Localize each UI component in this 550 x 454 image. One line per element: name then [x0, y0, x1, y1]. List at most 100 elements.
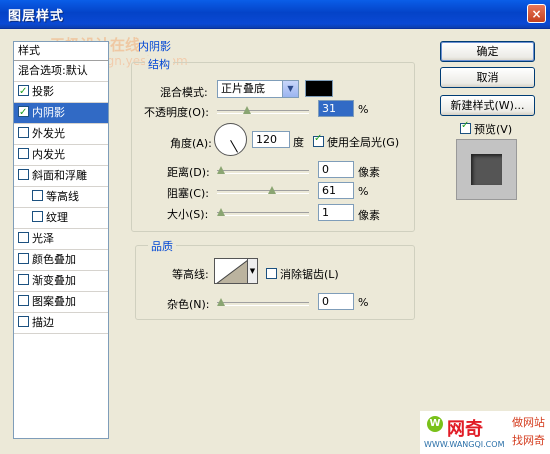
- sidebar-item-checkbox[interactable]: [18, 316, 29, 327]
- noise-slider-thumb[interactable]: [217, 298, 225, 307]
- sidebar-item-label: 内发光: [32, 148, 65, 161]
- choke-input[interactable]: 61: [318, 182, 354, 199]
- contour-dropdown-arrow[interactable]: ▼: [248, 258, 258, 284]
- structure-title: 结构: [145, 56, 173, 72]
- logo-side-line1: 做网站: [512, 416, 545, 429]
- antialias-checkbox[interactable]: [266, 268, 277, 279]
- logo-badge: W: [427, 416, 443, 432]
- sidebar-item[interactable]: 外发光: [14, 124, 108, 145]
- sidebar-item-label: 描边: [32, 316, 54, 329]
- sidebar-item-label: 内阴影: [32, 106, 65, 119]
- choke-slider-track[interactable]: [217, 190, 309, 194]
- sidebar-item-label: 投影: [32, 85, 54, 98]
- sidebar-item[interactable]: 混合选项:默认: [14, 61, 108, 82]
- window-title: 图层样式: [8, 9, 65, 24]
- ok-button[interactable]: 确定: [440, 41, 535, 62]
- sidebar-item-checkbox[interactable]: [18, 232, 29, 243]
- opacity-slider-thumb[interactable]: [243, 106, 252, 115]
- preview-option[interactable]: 预览(V): [460, 120, 513, 137]
- global-light-checkbox[interactable]: [313, 133, 324, 147]
- sidebar-item[interactable]: 斜面和浮雕: [14, 166, 108, 187]
- sidebar-item-checkbox[interactable]: [32, 190, 43, 201]
- site-logo: W 网奇 WWW.WANGQI.COM 做网站 找网奇: [420, 411, 550, 454]
- quality-title: 品质: [148, 238, 176, 254]
- layer-style-dialog: 图层样式 × 天极设计在线 design.yesky.com 样式 混合选项:默…: [0, 0, 550, 454]
- distance-input[interactable]: 0: [318, 161, 354, 178]
- sidebar-item[interactable]: 等高线: [14, 187, 108, 208]
- sidebar-item[interactable]: 内阴影: [14, 103, 108, 124]
- opacity-slider-track[interactable]: [217, 110, 309, 114]
- preview-label: 预览(V): [474, 123, 513, 136]
- size-slider-thumb[interactable]: [217, 208, 226, 217]
- styles-list-header: 样式: [14, 42, 108, 61]
- blend-mode-select[interactable]: 正片叠底 ▼: [217, 80, 299, 98]
- noise-label: 杂色(N):: [167, 298, 210, 311]
- opacity-input[interactable]: 31: [318, 100, 354, 117]
- logo-main-text: 网奇: [447, 419, 483, 440]
- sidebar-item[interactable]: 颜色叠加: [14, 250, 108, 271]
- sidebar-item-label: 颜色叠加: [32, 253, 76, 266]
- cancel-button[interactable]: 取消: [440, 67, 535, 88]
- styles-list: 样式 混合选项:默认投影内阴影外发光内发光斜面和浮雕等高线纹理光泽颜色叠加渐变叠…: [13, 41, 109, 439]
- choke-slider-thumb[interactable]: [268, 186, 277, 195]
- size-input[interactable]: 1: [318, 204, 354, 221]
- opacity-unit: %: [358, 103, 369, 116]
- choke-unit: %: [358, 185, 369, 198]
- sidebar-item-label: 外发光: [32, 127, 65, 140]
- shadow-color-swatch[interactable]: [305, 80, 333, 97]
- sidebar-item[interactable]: 内发光: [14, 145, 108, 166]
- sidebar-item[interactable]: 描边: [14, 313, 108, 334]
- global-light-option[interactable]: 使用全局光(G): [313, 133, 399, 150]
- sidebar-item-checkbox[interactable]: [18, 295, 29, 306]
- opacity-label: 不透明度(O):: [144, 106, 209, 119]
- sidebar-item-checkbox[interactable]: [18, 103, 29, 123]
- sidebar-item[interactable]: 渐变叠加: [14, 271, 108, 292]
- sidebar-item-checkbox[interactable]: [18, 148, 29, 159]
- logo-side-line2: 找网奇: [512, 434, 545, 447]
- section-title: 内阴影: [138, 40, 171, 53]
- angle-input[interactable]: 120: [252, 131, 290, 148]
- size-unit: 像素: [358, 209, 380, 222]
- sidebar-item-label: 斜面和浮雕: [32, 169, 87, 182]
- noise-input[interactable]: 0: [318, 293, 354, 310]
- noise-slider-track[interactable]: [217, 302, 309, 306]
- size-slider-track[interactable]: [217, 212, 309, 216]
- sidebar-item-checkbox[interactable]: [18, 253, 29, 264]
- angle-label: 角度(A):: [170, 137, 212, 150]
- sidebar-item-checkbox[interactable]: [18, 127, 29, 138]
- contour-picker[interactable]: [214, 258, 248, 284]
- distance-unit: 像素: [358, 166, 380, 179]
- sidebar-item[interactable]: 光泽: [14, 229, 108, 250]
- sidebar-item-label: 混合选项:默认: [18, 64, 88, 77]
- sidebar-item[interactable]: 图案叠加: [14, 292, 108, 313]
- sidebar-item-checkbox[interactable]: [32, 211, 43, 222]
- close-button[interactable]: ×: [527, 4, 546, 23]
- angle-dial[interactable]: [214, 123, 247, 156]
- chevron-down-icon[interactable]: ▼: [282, 81, 298, 97]
- contour-label: 等高线:: [172, 268, 209, 281]
- sidebar-item-checkbox[interactable]: [18, 274, 29, 285]
- antialias-label: 消除锯齿(L): [280, 268, 339, 281]
- distance-slider-thumb[interactable]: [217, 166, 225, 175]
- noise-unit: %: [358, 296, 369, 309]
- sidebar-item-checkbox[interactable]: [18, 169, 29, 180]
- preview-thumbnail: [456, 139, 517, 200]
- logo-main-block: W 网奇 WWW.WANGQI.COM: [420, 411, 507, 454]
- choke-label: 阻塞(C):: [167, 187, 209, 200]
- title-bar[interactable]: 图层样式 ×: [0, 0, 550, 29]
- antialias-option[interactable]: 消除锯齿(L): [266, 266, 339, 282]
- distance-slider-track[interactable]: [217, 170, 309, 174]
- new-style-button[interactable]: 新建样式(W)...: [440, 95, 535, 116]
- blend-mode-value: 正片叠底: [221, 82, 265, 95]
- sidebar-item[interactable]: 投影: [14, 82, 108, 103]
- sidebar-item-label: 光泽: [32, 232, 54, 245]
- contour-curve-icon: [216, 260, 247, 283]
- preview-checkbox[interactable]: [460, 120, 471, 134]
- sidebar-item-checkbox[interactable]: [18, 82, 29, 102]
- angle-dial-needle: [230, 140, 238, 153]
- blend-mode-label: 混合模式:: [160, 86, 208, 99]
- sidebar-item-label: 渐变叠加: [32, 274, 76, 287]
- sidebar-item[interactable]: 纹理: [14, 208, 108, 229]
- distance-label: 距离(D):: [167, 166, 210, 179]
- size-label: 大小(S):: [167, 208, 209, 221]
